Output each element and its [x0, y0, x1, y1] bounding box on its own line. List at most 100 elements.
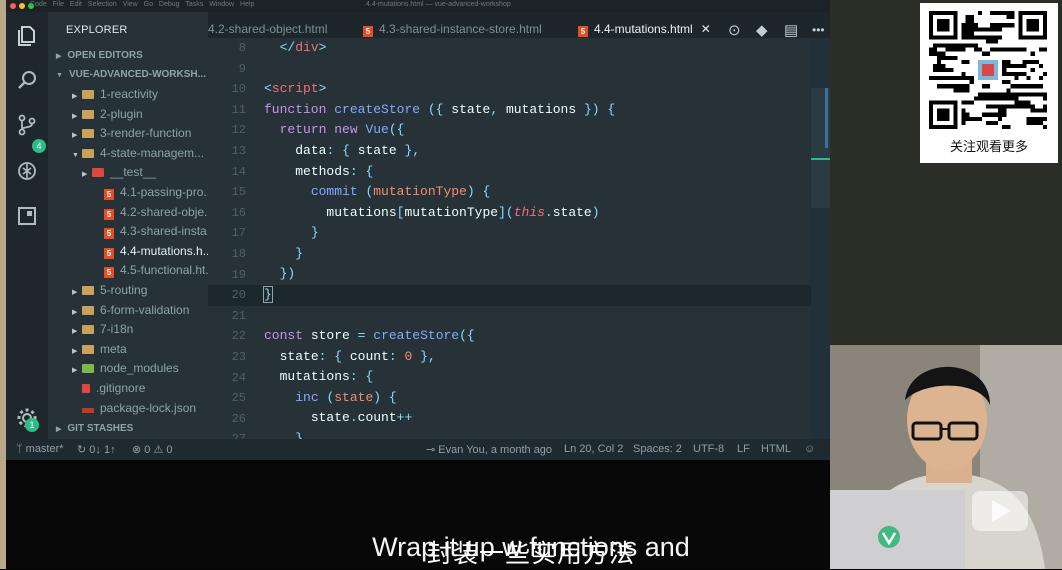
source-control-icon[interactable]	[15, 113, 39, 137]
open-editors-section[interactable]: ▶ OPEN EDITORS	[56, 50, 143, 61]
qr-module	[1026, 116, 1031, 121]
feedback-smiley-icon[interactable]: ☺	[804, 443, 815, 455]
line-number: 19	[231, 267, 246, 282]
qr-module	[985, 96, 991, 101]
line-number: 11	[231, 102, 246, 117]
qr-module	[1006, 124, 1011, 129]
qr-module	[1038, 108, 1043, 113]
code-line: })	[279, 266, 296, 281]
qr-module	[990, 11, 995, 16]
debug-icon[interactable]	[15, 159, 39, 183]
file-tree-item[interactable]: ▶ __test__	[82, 163, 156, 182]
qr-module	[1014, 84, 1019, 89]
close-window-button[interactable]	[10, 3, 16, 9]
file-tree-item[interactable]: .gitignore	[72, 379, 145, 398]
line-number: 22	[231, 329, 246, 344]
cursor-position[interactable]: Ln 20, Col 2	[564, 443, 623, 455]
file-tree-item[interactable]: 5 4.5-functional.ht...	[94, 261, 215, 280]
workspace-section[interactable]: ▼ VUE-ADVANCED-WORKSH...	[56, 69, 206, 80]
explorer-icon[interactable]	[15, 24, 39, 48]
qr-module	[965, 59, 970, 64]
file-tree-item[interactable]: package-lock.json	[72, 399, 196, 418]
code-editor[interactable]: 8 9 10 11 12 13 14 15 16 17 18 19 20 21 22 23 24 25 26 27 <…	[208, 38, 830, 439]
encoding-status[interactable]: UTF-8	[693, 443, 724, 455]
qr-module	[953, 47, 958, 52]
file-tree-label: 4.4-mutations.h...	[120, 243, 213, 258]
html5-icon: 5	[363, 26, 373, 37]
qr-module	[1026, 92, 1031, 97]
qr-module	[1030, 92, 1035, 97]
qr-module	[953, 55, 958, 60]
qr-module	[1002, 59, 1007, 64]
extensions-icon[interactable]	[15, 204, 39, 228]
chevron-down-icon: ▼	[72, 151, 79, 159]
open-editors-label: OPEN EDITORS	[67, 50, 143, 61]
file-tree-item[interactable]: ▶ 6-form-validation	[72, 301, 189, 320]
close-tab-icon[interactable]: ✕	[701, 22, 711, 36]
qr-module	[1014, 76, 1019, 81]
file-tree-item[interactable]: ▶ 5-routing	[72, 281, 147, 300]
qr-module	[1014, 72, 1019, 77]
file-tree-label: node_modules	[100, 361, 179, 376]
qr-module	[1034, 108, 1039, 113]
file-tree-item[interactable]: ▶ meta	[72, 340, 127, 359]
qr-module	[937, 19, 950, 32]
code-line: function createStore ({ state, mutations…	[264, 102, 616, 117]
file-tree-item[interactable]: ▶ 3-render-function	[72, 124, 191, 143]
explorer-sidebar: EXPLORER ▶ OPEN EDITORS ▼ VUE-ADVANCED-WOR…	[48, 12, 217, 439]
file-tree-item[interactable]: ▶ 1-reactivity	[72, 85, 158, 104]
file-tree-item[interactable]: 5 4.2-shared-obje...	[94, 203, 214, 222]
git-stashes-section[interactable]: ▶ GIT STASHES	[56, 423, 133, 434]
qr-module	[973, 27, 978, 32]
eol-status[interactable]: LF	[737, 443, 750, 455]
language-mode[interactable]: HTML	[761, 443, 791, 455]
qr-module	[945, 67, 950, 73]
git-compare-icon[interactable]: ◆	[756, 21, 768, 39]
file-tree-item[interactable]: 5 4.4-mutations.h...	[94, 242, 213, 261]
qr-module	[1006, 104, 1011, 109]
file-tree-item[interactable]: ▶ node_modules	[72, 359, 179, 378]
qr-caption: 关注观看更多	[949, 139, 1028, 154]
indentation-status[interactable]: Spaces: 2	[633, 443, 682, 455]
file-tree-item[interactable]: 5 4.3-shared-insta...	[94, 222, 217, 241]
branch-status[interactable]: ᛘ master*	[16, 443, 64, 455]
open-changes-icon[interactable]: ⊙	[728, 21, 741, 39]
qr-module	[961, 72, 966, 77]
qr-module	[961, 100, 966, 105]
folder-icon	[82, 305, 94, 315]
qr-module	[1014, 96, 1019, 101]
git-blame-status[interactable]: ⊸ Evan You, a month ago	[426, 443, 552, 456]
qr-module	[953, 84, 958, 89]
file-tree-item[interactable]: ▶ 7-i18n	[72, 320, 133, 339]
qr-module	[977, 11, 982, 16]
chevron-right-icon: ▶	[56, 53, 62, 60]
file-tree-label: 4.2-shared-obje...	[120, 204, 215, 219]
file-tree-label: 4.3-shared-insta...	[120, 224, 217, 239]
sync-status[interactable]: ↻ 0↓ 1↑	[77, 443, 116, 456]
qr-module	[1042, 124, 1047, 129]
problems-status[interactable]: ⊗ 0 ⚠ 0	[132, 443, 172, 456]
folder-icon	[82, 325, 94, 335]
menu-bar[interactable]: Code File Edit Selection View Go Debug T…	[30, 1, 254, 8]
file-tree-item[interactable]: ▶ 2-plugin	[72, 105, 143, 124]
file-tree-item[interactable]: 5 4.1-passing-pro...	[94, 183, 213, 202]
code-line: </div>	[279, 40, 327, 55]
split-editor-icon[interactable]: ▤	[784, 21, 798, 39]
qr-module	[941, 55, 946, 60]
qr-module	[933, 67, 938, 73]
minimap-change-marker	[811, 158, 830, 160]
line-number: 23	[231, 350, 246, 364]
qr-module	[985, 27, 991, 32]
more-actions-icon[interactable]: •••	[812, 23, 825, 37]
search-icon[interactable]	[15, 68, 39, 92]
code-line: }	[295, 246, 304, 261]
qr-module	[1002, 112, 1007, 117]
file-tree-item[interactable]: ▼ 4-state-managem...	[72, 144, 204, 163]
file-tree-label: 1-reactivity	[100, 87, 159, 101]
minimize-window-button[interactable]	[19, 3, 25, 9]
minimap[interactable]	[811, 38, 830, 439]
qr-module	[945, 43, 950, 48]
html5-icon: 5	[578, 26, 588, 37]
file-tree-label: 4.1-passing-pro...	[120, 185, 214, 199]
qr-module	[990, 39, 995, 44]
